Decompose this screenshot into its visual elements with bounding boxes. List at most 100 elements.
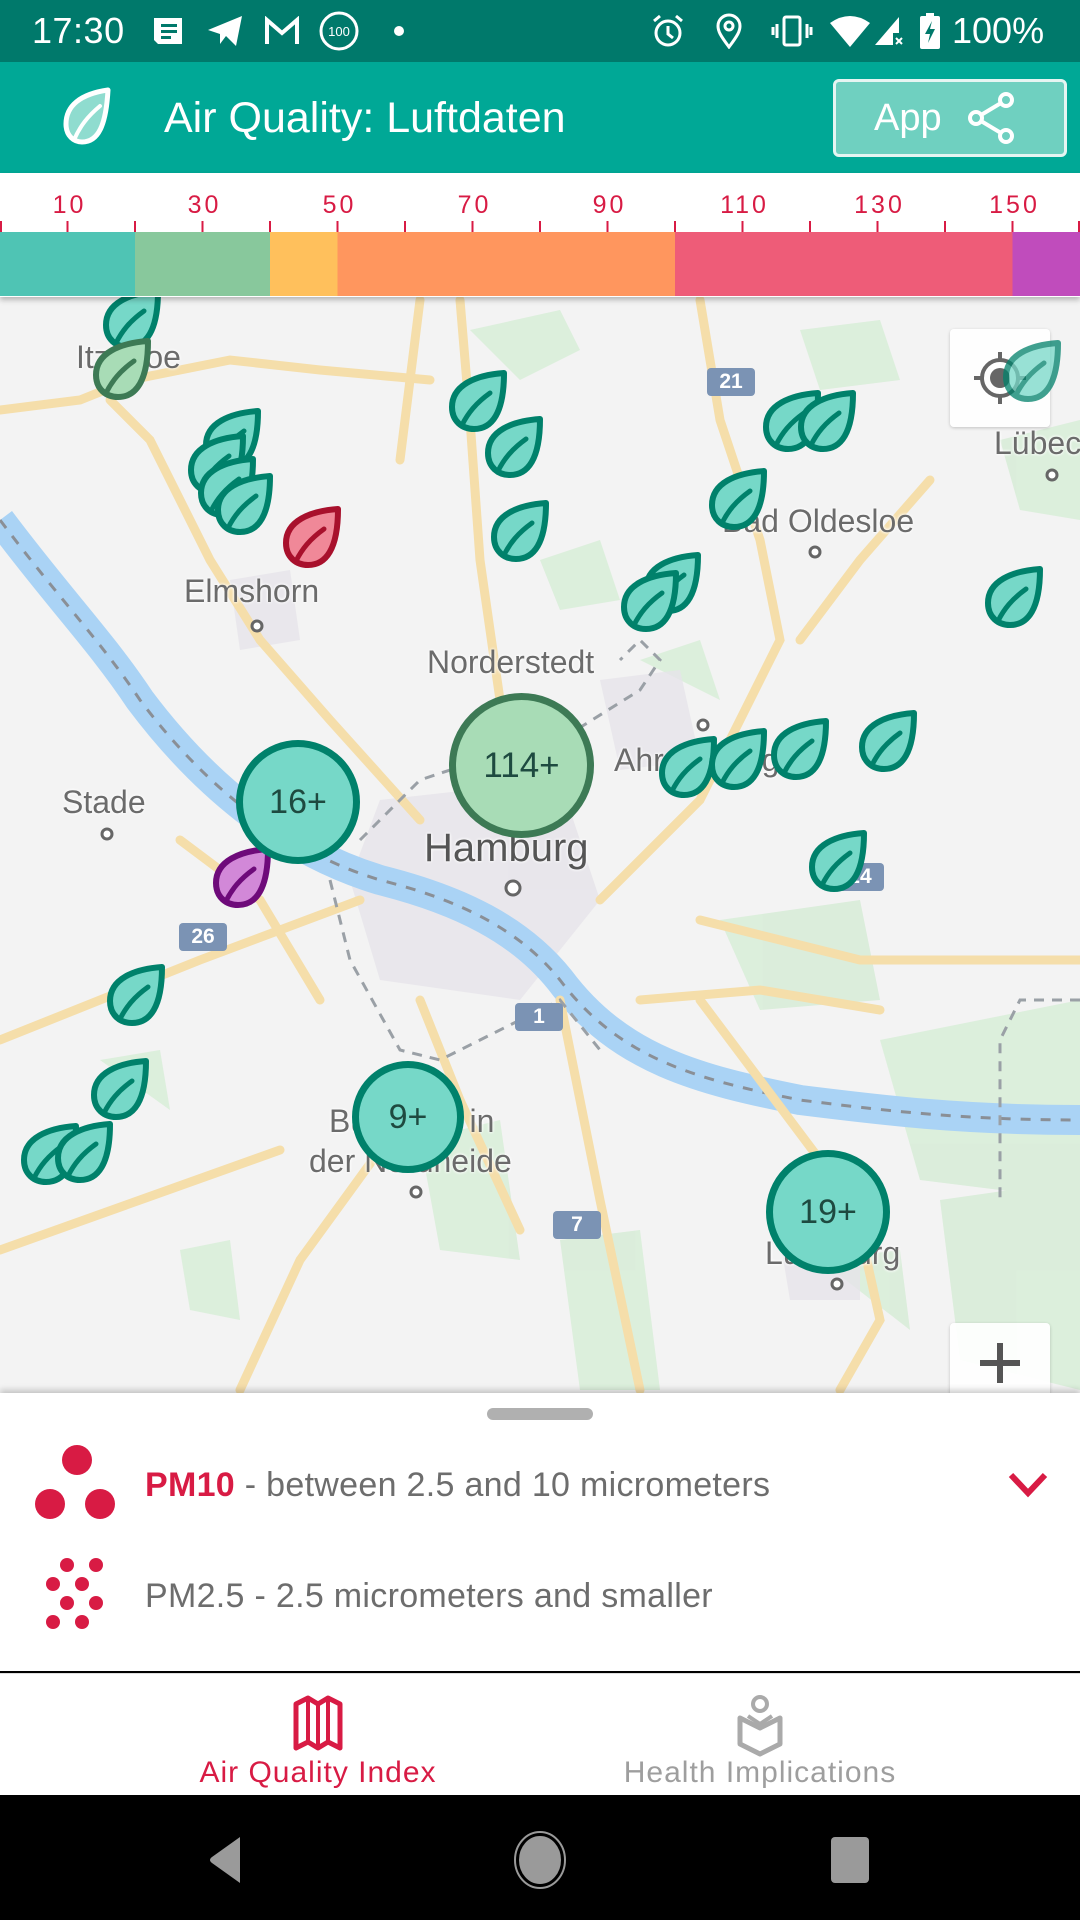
road-shield: 7: [553, 1211, 601, 1239]
sensor-marker[interactable]: [104, 963, 168, 1027]
scale-label: 10: [52, 191, 87, 219]
dot-icon: [392, 13, 406, 49]
signal-icon: [872, 13, 906, 49]
scale-ticks: [0, 221, 1080, 296]
road-shield: 1: [515, 1003, 563, 1031]
leaf-icon: [809, 830, 867, 892]
scale-band: [0, 232, 135, 296]
share-app-button[interactable]: App: [833, 79, 1067, 157]
place-label: Lübeck: [994, 425, 1080, 461]
leaf-icon: [283, 506, 341, 568]
sensor-marker[interactable]: [88, 1057, 152, 1121]
sensor-marker[interactable]: [212, 472, 276, 536]
sensor-marker[interactable]: [280, 505, 344, 569]
leaf-icon: [709, 468, 767, 530]
reader-icon: [730, 1694, 790, 1757]
cluster-count: 19+: [799, 1192, 857, 1231]
sensor-marker[interactable]: [90, 337, 154, 401]
news-icon: [150, 13, 186, 49]
cluster-count: 9+: [388, 1097, 428, 1136]
home-icon[interactable]: [505, 1825, 575, 1895]
cluster-marker[interactable]: 114+: [449, 693, 594, 838]
wifi-icon: [830, 13, 870, 49]
plus-icon: [980, 1343, 1020, 1383]
pm10-particles-icon: [34, 1442, 120, 1528]
scale-label: 90: [592, 191, 627, 219]
pm25-option[interactable]: PM2.5 - 2.5 micrometers and smaller: [0, 1546, 1080, 1646]
leaf-icon: [93, 338, 151, 400]
leaf-icon: [91, 1058, 149, 1120]
status-time: 17:30: [32, 10, 125, 51]
leaf-icon: [485, 416, 543, 478]
leaf-icon: [107, 964, 165, 1026]
scale-band: [270, 232, 338, 296]
pm25-label: PM2.5 - 2.5 micrometers and smaller: [145, 1576, 713, 1615]
back-icon[interactable]: [198, 1825, 268, 1895]
sensor-marker[interactable]: [52, 1120, 116, 1184]
road-shield: 21: [707, 368, 755, 396]
leaf-icon: [215, 473, 273, 535]
scale-label: 110: [720, 191, 769, 219]
pm10-name: PM10: [145, 1465, 236, 1504]
aqi-scale: 10 30 50 70 90 110 130 150: [0, 173, 1080, 297]
alarm-icon: [650, 13, 686, 49]
map[interactable]: Itzehoe Elmshorn Norderstedt Bad Oldeslo…: [0, 297, 1080, 1393]
zoom-in-button[interactable]: [950, 1323, 1050, 1393]
leaf-icon: [859, 710, 917, 772]
cluster-marker[interactable]: 16+: [236, 740, 360, 864]
bottom-navigation: Air Quality Index Health Implications: [0, 1673, 1080, 1795]
cluster-marker[interactable]: 19+: [766, 1150, 890, 1274]
leaf-icon: [58, 86, 118, 146]
scale-band: [135, 232, 270, 296]
pm10-option[interactable]: PM10 - between 2.5 and 10 micrometers: [0, 1435, 1080, 1535]
sensor-marker[interactable]: [1000, 339, 1064, 403]
battery-charging-icon: [918, 13, 942, 49]
share-icon: [964, 90, 1020, 146]
sensor-marker[interactable]: [982, 565, 1046, 629]
sensor-marker[interactable]: [856, 709, 920, 773]
sensor-marker[interactable]: [768, 717, 832, 781]
sensor-marker[interactable]: [482, 415, 546, 479]
sensor-marker[interactable]: [806, 829, 870, 893]
recents-icon[interactable]: [815, 1825, 885, 1895]
cluster-marker[interactable]: 9+: [352, 1061, 464, 1173]
tab-health-implications[interactable]: Health Implications: [490, 1674, 1030, 1796]
svg-text:100: 100: [328, 24, 350, 39]
leaf-icon: [771, 718, 829, 780]
leaf-icon: [985, 566, 1043, 628]
scale-label: 150: [989, 191, 1040, 219]
scale-label: 30: [187, 191, 222, 219]
road-shield: 26: [179, 923, 227, 951]
sensor-marker[interactable]: [706, 727, 770, 791]
leaf-icon: [491, 500, 549, 562]
scale-label: 70: [457, 191, 492, 219]
place-label: Norderstedt: [427, 644, 595, 680]
vibrate-icon: [770, 13, 814, 49]
chevron-down-icon[interactable]: [1003, 1465, 1053, 1505]
scale-label: 130: [854, 191, 905, 219]
leaf-icon: [55, 1121, 113, 1183]
sensor-marker[interactable]: [795, 389, 859, 453]
sheet-drag-handle[interactable]: [487, 1408, 593, 1420]
leaf-icon: [709, 728, 767, 790]
system-navigation-bar: [0, 1795, 1080, 1920]
app-title: Air Quality: Luftdaten: [164, 94, 566, 142]
sensor-marker[interactable]: [706, 467, 770, 531]
status-bar: 17:30 100 100%: [0, 0, 1080, 62]
tab-label: Health Implications: [623, 1756, 897, 1789]
cluster-count: 16+: [269, 782, 327, 821]
app-bar: Air Quality: Luftdaten App: [0, 62, 1080, 173]
sensor-marker[interactable]: [488, 499, 552, 563]
badge-100-icon: 100: [318, 11, 360, 51]
pollutant-sheet: PM10 - between 2.5 and 10 micrometers PM…: [0, 1393, 1080, 1671]
sensor-marker[interactable]: [618, 569, 682, 633]
leaf-icon: [1003, 340, 1061, 402]
map-icon: [288, 1694, 348, 1754]
pm25-particles-icon: [34, 1553, 120, 1639]
location-icon: [712, 13, 746, 49]
battery-percent: 100%: [952, 10, 1045, 51]
pm10-label: PM10 - between 2.5 and 10 micrometers: [145, 1466, 770, 1505]
scale-band: [1012, 232, 1080, 296]
scale-band: [675, 232, 1013, 296]
telegram-icon: [205, 13, 245, 49]
